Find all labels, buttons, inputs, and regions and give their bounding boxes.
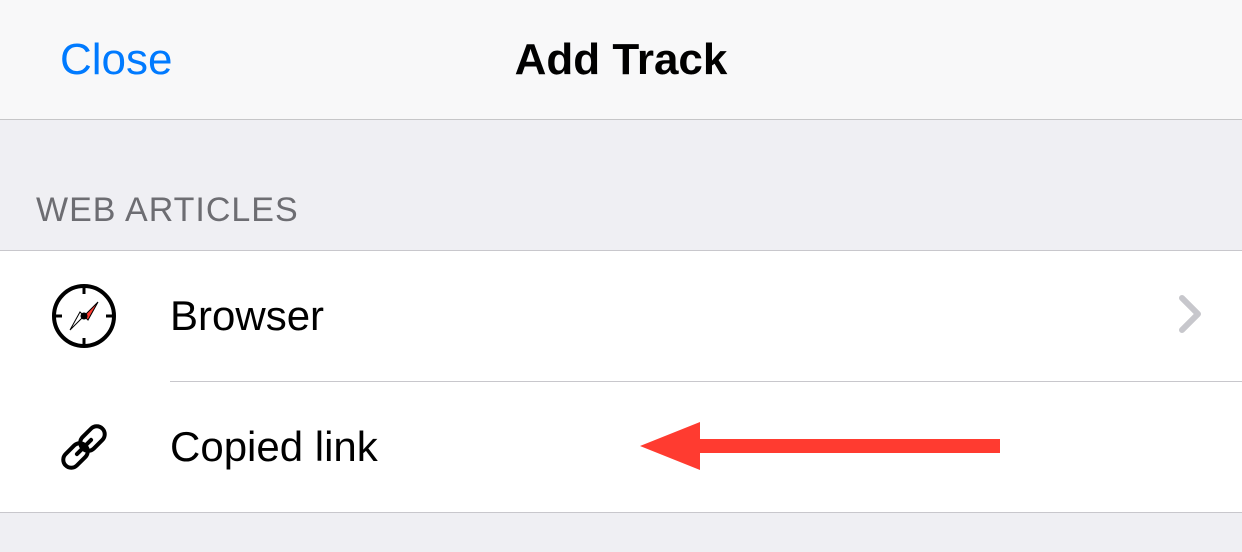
chevron-right-icon <box>1178 294 1202 339</box>
list-item-label: Copied link <box>170 423 1202 471</box>
list-web-articles: Browser Copied link <box>0 250 1242 513</box>
compass-icon <box>50 282 170 350</box>
list-item-browser[interactable]: Browser <box>0 251 1242 381</box>
list-item-label: Browser <box>170 292 1178 340</box>
navigation-bar: Close Add Track <box>0 0 1242 120</box>
close-button[interactable]: Close <box>60 35 173 85</box>
list-item-copied-link[interactable]: Copied link <box>0 382 1242 512</box>
page-title: Add Track <box>0 35 1242 85</box>
link-icon <box>50 413 170 481</box>
section-header-web-articles: WEB ARTICLES <box>0 120 1242 250</box>
